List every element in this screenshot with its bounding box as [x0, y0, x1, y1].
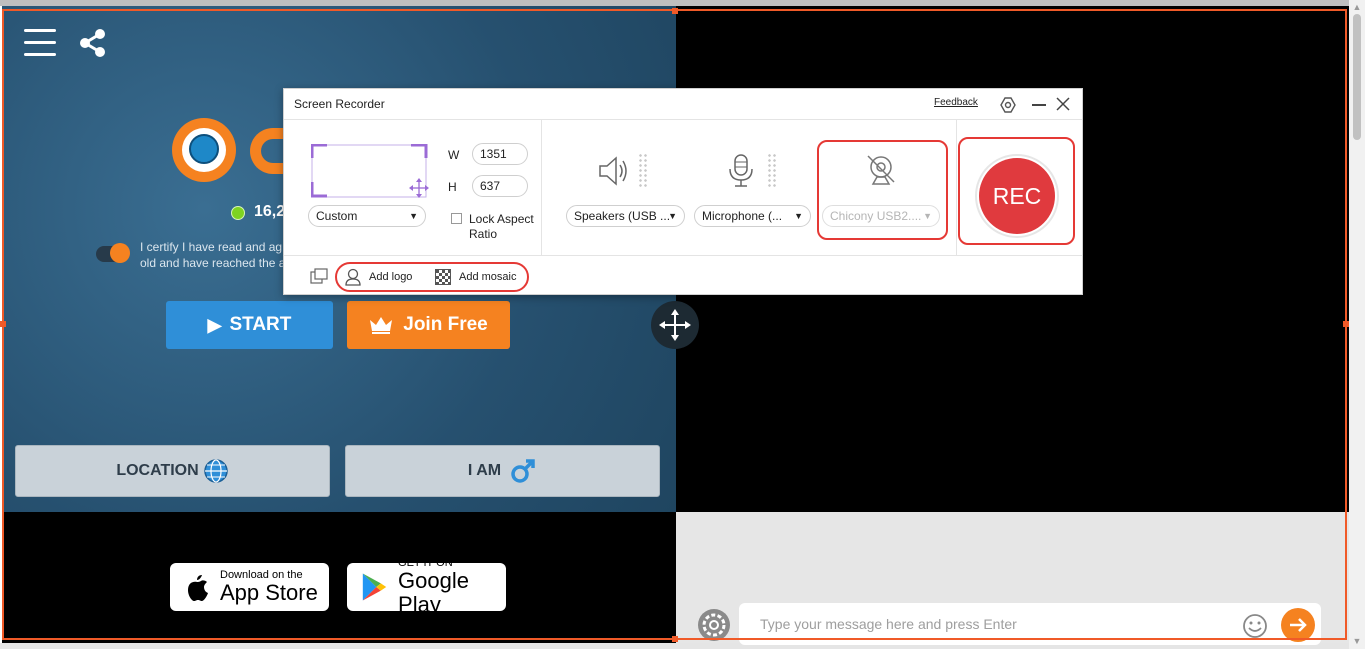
lock-aspect-checkbox[interactable]: [451, 213, 462, 224]
region-preset-select[interactable]: Custom ▼: [308, 205, 426, 227]
microphone-select[interactable]: Microphone (... ▼: [694, 205, 811, 227]
capture-handle-top[interactable]: [672, 8, 678, 14]
capture-handle-bottom[interactable]: [672, 636, 678, 642]
rec-button[interactable]: REC: [979, 158, 1055, 234]
speakers-select[interactable]: Speakers (USB ... ▼: [566, 205, 685, 227]
capture-handle-left[interactable]: [0, 321, 6, 327]
user-logo-icon[interactable]: [345, 268, 361, 286]
footer-divider: [284, 255, 1082, 256]
chevron-down-icon: ▼: [668, 211, 677, 221]
section-divider: [956, 120, 957, 255]
width-input[interactable]: 1351: [472, 143, 528, 165]
minimize-icon[interactable]: [1032, 104, 1046, 106]
scroll-thumb[interactable]: [1353, 14, 1361, 140]
region-preset-value: Custom: [316, 209, 358, 223]
add-logo-button[interactable]: Add logo: [369, 271, 412, 283]
webcam-off-icon[interactable]: [864, 153, 898, 187]
speaker-icon[interactable]: [597, 154, 631, 188]
screenshot-icon[interactable]: [310, 268, 328, 284]
microphone-icon[interactable]: [726, 153, 756, 189]
chevron-down-icon: ▼: [923, 211, 932, 221]
lock-aspect-label-line1: Lock Aspect: [469, 212, 534, 226]
microphone-value: Microphone (...: [702, 209, 783, 223]
speaker-volume-meter: [638, 153, 648, 187]
webcam-value: Chicony USB2....: [830, 209, 922, 223]
section-divider: [541, 120, 542, 255]
feedback-link[interactable]: Feedback: [934, 97, 978, 108]
add-mosaic-button[interactable]: Add mosaic: [459, 271, 516, 283]
settings-gear-icon[interactable]: [998, 96, 1018, 114]
webcam-select[interactable]: Chicony USB2.... ▼: [822, 205, 940, 227]
height-label: H: [448, 180, 457, 194]
speakers-value: Speakers (USB ...: [574, 209, 671, 223]
region-preview-icon[interactable]: [311, 144, 429, 198]
mosaic-icon[interactable]: [435, 269, 451, 285]
microphone-volume-meter: [767, 153, 777, 187]
chevron-down-icon: ▼: [409, 211, 418, 221]
scroll-up-icon[interactable]: ▲: [1352, 2, 1362, 12]
title-divider: [284, 119, 1082, 120]
scroll-down-icon[interactable]: ▼: [1352, 636, 1362, 646]
height-input[interactable]: 637: [472, 175, 528, 197]
close-icon[interactable]: [1056, 97, 1070, 111]
lock-aspect-label-line2: Ratio: [469, 227, 498, 241]
chevron-down-icon: ▼: [794, 211, 803, 221]
width-label: W: [448, 148, 460, 162]
capture-handle-right[interactable]: [1343, 321, 1349, 327]
recorder-title: Screen Recorder: [294, 97, 385, 111]
